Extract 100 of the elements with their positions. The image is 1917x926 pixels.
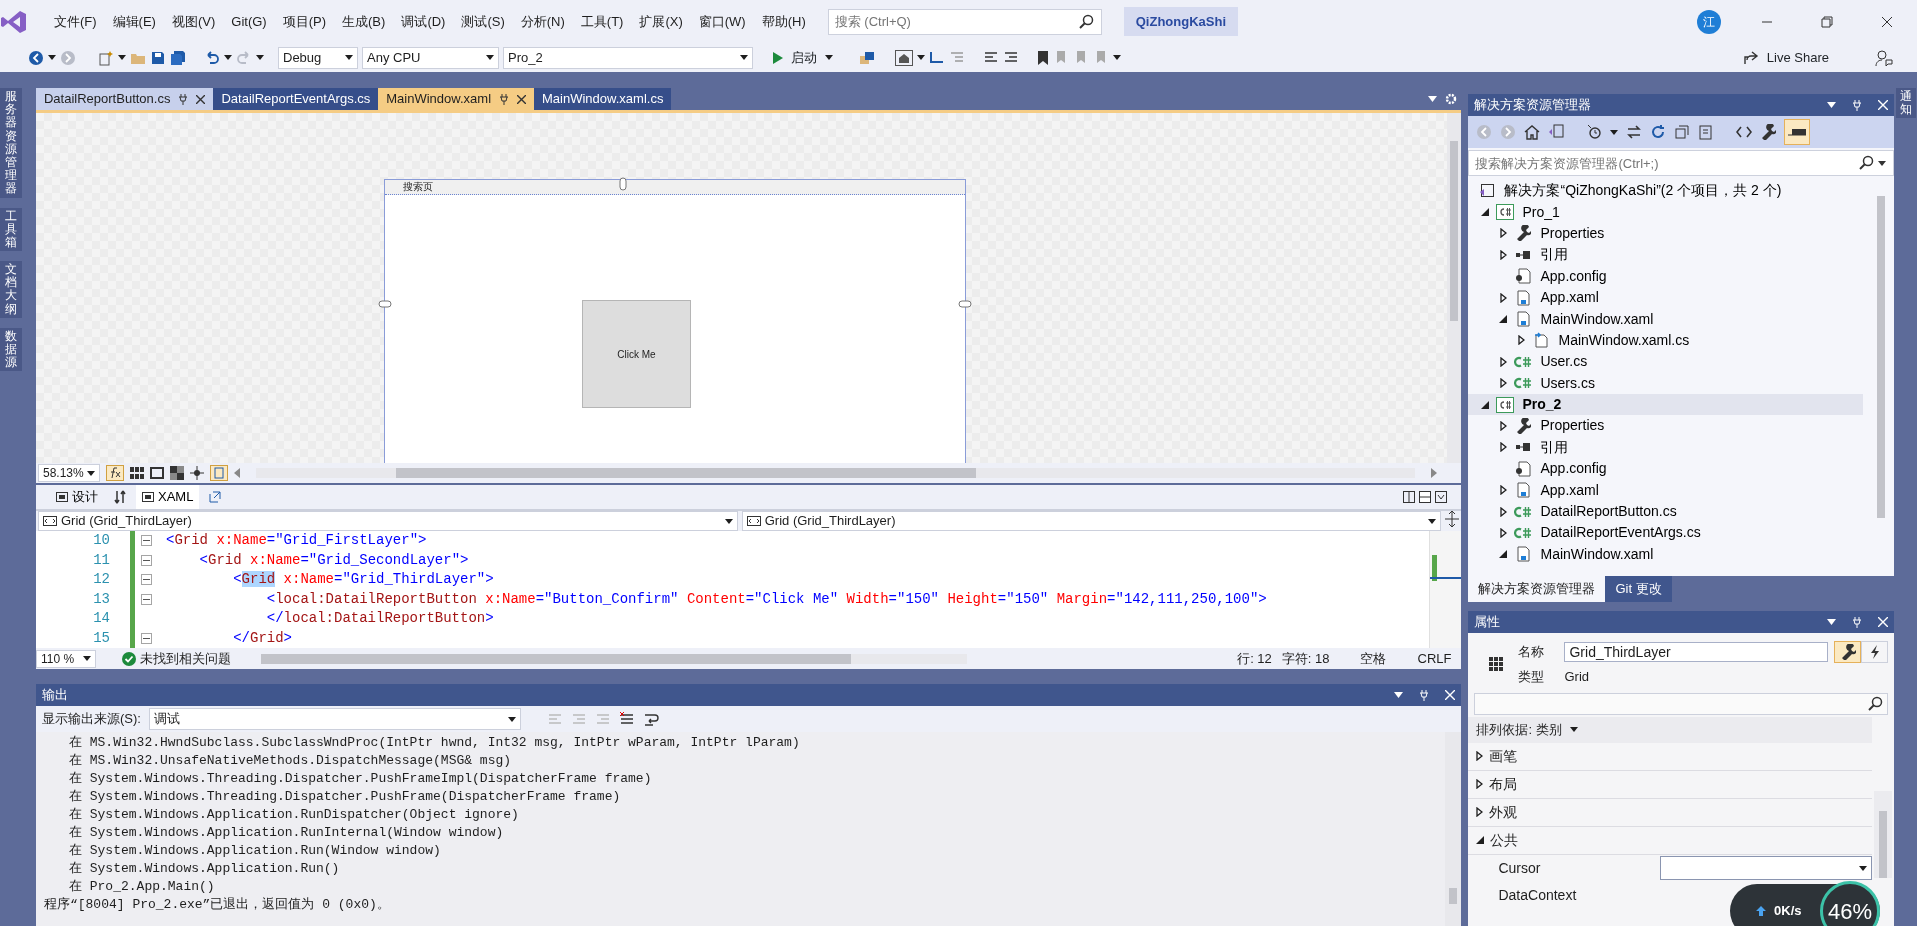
- member-dropdown[interactable]: Grid (Grid_ThirdLayer): [37, 511, 738, 531]
- menu-item[interactable]: 编辑(E): [104, 11, 164, 32]
- dropdown-icon[interactable]: [1394, 692, 1404, 698]
- tree-item[interactable]: 解决方案“QiZhongKaShi”(2 个项目，共 2 个): [1468, 180, 1864, 202]
- menu-item[interactable]: 测试(S): [453, 11, 513, 32]
- zoom-dropdown[interactable]: 110 %: [35, 649, 96, 668]
- checker-icon[interactable]: [169, 466, 184, 480]
- property-category[interactable]: 画笔: [1468, 742, 1872, 771]
- tree-item[interactable]: Properties: [1468, 415, 1864, 437]
- vertical-scrollbar[interactable]: [1445, 732, 1462, 926]
- view-tab[interactable]: 设计: [49, 485, 104, 509]
- search-field[interactable]: 搜索解决方案资源管理器(Ctrl+;): [1468, 150, 1894, 176]
- home-icon[interactable]: [1524, 124, 1541, 140]
- pin-icon[interactable]: [1852, 616, 1862, 628]
- property-category[interactable]: 公共: [1468, 826, 1872, 855]
- menu-item[interactable]: 生成(B): [334, 11, 394, 32]
- tree-item[interactable]: MainWindow.xaml.cs: [1468, 329, 1864, 352]
- tree-item[interactable]: Pro_2: [1468, 393, 1864, 416]
- name-field[interactable]: Grid_ThirdLayer: [1564, 642, 1828, 662]
- grid-icon[interactable]: [129, 467, 144, 479]
- menu-item[interactable]: 帮助(H): [753, 11, 814, 32]
- tree-item[interactable]: MainWindow.xaml: [1468, 308, 1864, 330]
- back-icon[interactable]: [28, 49, 44, 66]
- swap-icon[interactable]: [113, 490, 126, 504]
- document-tab[interactable]: DatailReportEventArgs.cs: [213, 88, 379, 110]
- side-tab[interactable]: 数据源: [0, 327, 22, 372]
- dropdown-icon[interactable]: [1428, 96, 1438, 102]
- close-icon[interactable]: [196, 94, 206, 104]
- property-category[interactable]: 布局: [1468, 770, 1872, 799]
- show-all-files-icon[interactable]: [1698, 124, 1715, 140]
- undo-icon[interactable]: [204, 49, 220, 66]
- search-field[interactable]: [1474, 692, 1888, 715]
- scroll-right-icon[interactable]: [1431, 468, 1438, 478]
- collapse-icon[interactable]: [140, 535, 152, 547]
- tree-item[interactable]: DatailReportButton.cs: [1468, 500, 1864, 523]
- side-tab[interactable]: 通知: [1896, 88, 1916, 119]
- tree-item[interactable]: Users.cs: [1468, 372, 1864, 394]
- menu-item[interactable]: Git(G): [223, 11, 275, 32]
- save-icon[interactable]: [150, 49, 166, 66]
- tree-item[interactable]: Pro_1: [1468, 201, 1864, 223]
- side-tab[interactable]: 文档大纲: [0, 261, 22, 318]
- wrench-icon[interactable]: [1760, 124, 1777, 140]
- attach-icon[interactable]: [859, 49, 875, 66]
- menu-item[interactable]: 视图(V): [163, 11, 224, 32]
- panel-tab[interactable]: Git 更改: [1605, 576, 1672, 602]
- member-dropdown[interactable]: Grid (Grid_ThirdLayer): [741, 511, 1442, 531]
- user-avatar[interactable]: 江: [1697, 9, 1721, 34]
- document-tab[interactable]: MainWindow.xaml.cs: [534, 88, 672, 110]
- menu-item[interactable]: 调试(D): [393, 11, 454, 32]
- configuration-dropdown[interactable]: Debug: [278, 46, 358, 69]
- settings-icon[interactable]: [1445, 93, 1458, 105]
- tree-item[interactable]: App.xaml: [1468, 286, 1864, 309]
- side-tab[interactable]: 服务器资源管理器: [0, 88, 22, 198]
- code-icon[interactable]: [1736, 124, 1753, 140]
- close-icon[interactable]: [1881, 15, 1893, 28]
- tree-item[interactable]: 引用: [1468, 436, 1864, 459]
- startup-project-dropdown[interactable]: Pro_2: [503, 46, 753, 69]
- scroll-left-icon[interactable]: [233, 468, 240, 478]
- menu-item[interactable]: 扩展(X): [631, 11, 691, 32]
- preview-toggle[interactable]: [1784, 119, 1811, 145]
- view-tab[interactable]: XAML: [135, 485, 200, 509]
- tree-item[interactable]: App.xaml: [1468, 479, 1864, 501]
- sync-icon[interactable]: [1626, 124, 1643, 140]
- split-vertical-icon[interactable]: [1403, 491, 1416, 503]
- click-me-button[interactable]: Click Me: [581, 300, 691, 408]
- close-icon[interactable]: [517, 94, 527, 104]
- property-category[interactable]: 外观: [1468, 798, 1872, 827]
- dropdown-icon[interactable]: [1827, 619, 1836, 625]
- menu-item[interactable]: 窗口(W): [690, 11, 754, 32]
- panel-tab[interactable]: 解决方案资源管理器: [1468, 576, 1606, 602]
- horizontal-scrollbar[interactable]: [255, 468, 1416, 478]
- collapse-icon[interactable]: [140, 593, 152, 605]
- tree-item[interactable]: App.config: [1468, 458, 1864, 480]
- save-all-icon[interactable]: [170, 49, 186, 66]
- collapse-icon[interactable]: [140, 632, 152, 644]
- pin-icon[interactable]: [1419, 689, 1430, 701]
- tree-item[interactable]: Properties: [1468, 222, 1864, 245]
- pop-out-icon[interactable]: [209, 491, 222, 503]
- menu-item[interactable]: 项目(P): [274, 11, 335, 32]
- tree-item[interactable]: 引用: [1468, 244, 1864, 266]
- new-item-icon[interactable]: [98, 49, 114, 66]
- vertical-scrollbar[interactable]: [1874, 791, 1892, 878]
- restore-icon[interactable]: [1821, 15, 1833, 28]
- events-toggle[interactable]: [1861, 641, 1888, 663]
- pending-changes-icon[interactable]: [1586, 124, 1603, 140]
- collapse-icon[interactable]: [140, 554, 152, 566]
- split-horizontal-icon[interactable]: [1419, 491, 1432, 503]
- menu-item[interactable]: 工具(T): [572, 11, 632, 32]
- search-field[interactable]: 搜索 (Ctrl+Q): [827, 8, 1102, 35]
- property-dropdown[interactable]: [1660, 856, 1872, 880]
- side-tab[interactable]: 工具箱: [0, 207, 22, 252]
- sort-dropdown[interactable]: 排列依据: 类别: [1476, 719, 1578, 740]
- home-icon[interactable]: [895, 49, 913, 66]
- tree-item[interactable]: MainWindow.xaml: [1468, 543, 1864, 566]
- refresh-icon[interactable]: [1650, 124, 1667, 140]
- properties-toggle[interactable]: [1834, 641, 1861, 663]
- feedback-icon[interactable]: [1875, 48, 1893, 67]
- word-wrap-icon[interactable]: [642, 712, 661, 726]
- platform-dropdown[interactable]: Any CPU: [362, 46, 499, 69]
- formula-icon[interactable]: [105, 465, 124, 481]
